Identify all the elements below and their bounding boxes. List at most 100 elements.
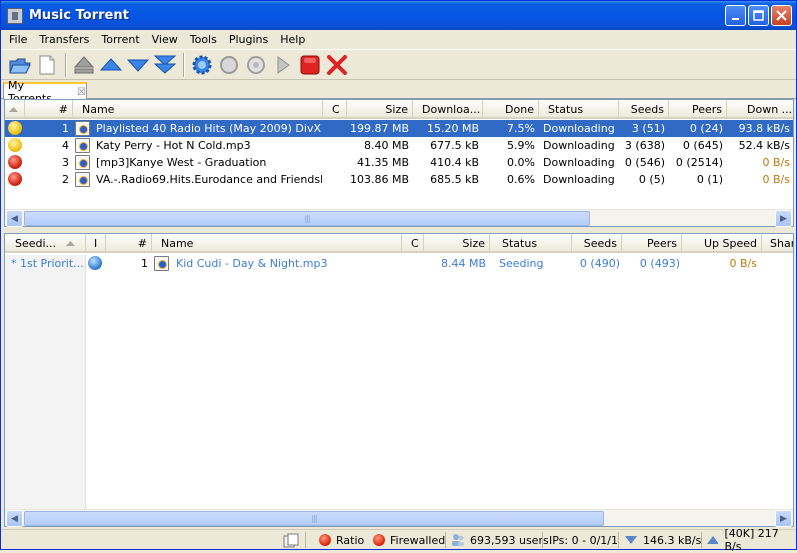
header-size[interactable]: Size bbox=[424, 234, 490, 253]
header-seeds[interactable]: Seeds bbox=[572, 234, 622, 253]
menu-plugins[interactable]: Plugins bbox=[223, 33, 274, 46]
move-top-button[interactable] bbox=[71, 52, 97, 78]
torrent-downloaded: 15.20 MB bbox=[426, 122, 479, 135]
header-seeds[interactable]: Seeds bbox=[619, 100, 669, 119]
torrent-done: 0.6% bbox=[507, 173, 535, 186]
header-status[interactable]: Status bbox=[539, 100, 619, 119]
upload-speed-indicator[interactable]: [40K] 217 B/s bbox=[707, 527, 796, 553]
stop-circle-button[interactable] bbox=[216, 52, 242, 78]
scroll-left-button[interactable]: ◀ bbox=[6, 210, 23, 227]
status-separator bbox=[305, 532, 306, 548]
table-row[interactable]: 3 [mp3]Kanye West - Graduation 41.35 MB … bbox=[5, 154, 793, 171]
nat-indicator[interactable]: Firewalled bbox=[373, 532, 445, 548]
tab-close-icon[interactable]: ☒ bbox=[77, 87, 86, 98]
header-seeding-rank[interactable]: Seedi... bbox=[5, 234, 86, 253]
users-icon bbox=[452, 534, 464, 546]
scroll-left-button[interactable]: ◀ bbox=[6, 510, 23, 527]
tab-my-torrents[interactable]: My Torrents ☒ bbox=[3, 79, 87, 105]
upload-speed: [40K] 217 B/s bbox=[724, 527, 779, 553]
header-peers[interactable]: Peers bbox=[622, 234, 682, 253]
horizontal-scrollbar[interactable]: ◀ ||| ▶ bbox=[5, 509, 793, 527]
title-bar[interactable]: Music Torrent bbox=[1, 1, 796, 30]
move-up-button[interactable] bbox=[98, 52, 124, 78]
scroll-thumb[interactable]: ||| bbox=[24, 511, 604, 526]
maximize-button[interactable] bbox=[748, 5, 769, 26]
resume-button[interactable] bbox=[270, 52, 296, 78]
move-bottom-button[interactable] bbox=[152, 52, 178, 78]
table-row[interactable]: 4 Katy Perry - Hot N Cold.mp3 8.40 MB 67… bbox=[5, 137, 793, 154]
torrent-status: Downloading bbox=[543, 173, 615, 186]
header-c[interactable]: C bbox=[323, 100, 347, 119]
table-row[interactable]: 1 Playlisted 40 Radio Hits (May 2009) Di… bbox=[5, 120, 793, 137]
torrent-name: Katy Perry - Hot N Cold.mp3 bbox=[96, 139, 251, 152]
scroll-right-button[interactable]: ▶ bbox=[775, 510, 792, 527]
media-file-icon bbox=[154, 256, 169, 271]
app-icon bbox=[7, 7, 23, 24]
close-button[interactable] bbox=[771, 5, 792, 26]
torrent-name: VA.-.Radio69.Hits.Eurodance and Friendsh… bbox=[96, 173, 322, 186]
table-row[interactable]: * 1st Priorit... 1 Kid Cudi - Day & Nigh… bbox=[5, 255, 793, 272]
header-number[interactable]: # bbox=[25, 100, 73, 119]
header-i[interactable]: I bbox=[86, 234, 106, 253]
minimize-icon bbox=[731, 17, 739, 20]
torrent-status: Downloading bbox=[543, 139, 615, 152]
menu-tools[interactable]: Tools bbox=[184, 33, 223, 46]
ips-text: IPs: 0 - 0/1/1 bbox=[549, 533, 618, 547]
header-down-speed[interactable]: Down ... bbox=[727, 100, 793, 119]
header-share[interactable]: Shar bbox=[762, 234, 793, 253]
sort-indicator-icon[interactable] bbox=[5, 100, 25, 119]
menu-help[interactable]: Help bbox=[274, 33, 311, 46]
header-size[interactable]: Size bbox=[347, 100, 413, 119]
torrent-seeds: 3 (638) bbox=[624, 139, 665, 152]
priority-column-background bbox=[5, 255, 86, 510]
copy-button[interactable] bbox=[283, 532, 299, 548]
menu-torrent[interactable]: Torrent bbox=[95, 33, 145, 46]
maximize-icon bbox=[753, 10, 764, 21]
pause-button[interactable] bbox=[243, 52, 269, 78]
torrent-downloaded: 410.4 kB bbox=[430, 156, 479, 169]
dht-users-indicator[interactable]: 693,593 users bbox=[451, 532, 549, 548]
scroll-thumb[interactable]: ||| bbox=[24, 211, 590, 226]
ratio-label: Ratio bbox=[336, 533, 365, 547]
torrent-down-speed: 52.4 kB/s bbox=[738, 139, 790, 152]
header-peers[interactable]: Peers bbox=[669, 100, 727, 119]
table-row[interactable]: 2 VA.-.Radio69.Hits.Eurodance and Friend… bbox=[5, 171, 793, 188]
menu-view[interactable]: View bbox=[146, 33, 184, 46]
minimize-button[interactable] bbox=[725, 5, 746, 26]
header-status[interactable]: Status bbox=[490, 234, 572, 253]
scroll-right-button[interactable]: ▶ bbox=[775, 210, 792, 227]
download-speed: 146.3 kB/s bbox=[643, 533, 702, 547]
start-button[interactable] bbox=[189, 52, 215, 78]
header-name[interactable]: Name bbox=[152, 234, 402, 253]
row-number: 1 bbox=[141, 257, 148, 270]
open-torrent-button[interactable] bbox=[7, 52, 33, 78]
downloading-torrents-panel: # Name C Size Downloa... Done Status See… bbox=[4, 99, 794, 227]
header-downloaded[interactable]: Downloa... bbox=[413, 100, 483, 119]
menu-file[interactable]: File bbox=[3, 33, 33, 46]
move-down-button[interactable] bbox=[125, 52, 151, 78]
torrent-status: Downloading bbox=[543, 122, 615, 135]
header-number[interactable]: # bbox=[106, 234, 152, 253]
move-down-icon bbox=[127, 59, 149, 72]
header-done[interactable]: Done bbox=[483, 100, 539, 119]
header-name[interactable]: Name bbox=[73, 100, 323, 119]
open-folder-icon bbox=[9, 58, 31, 73]
menu-transfers[interactable]: Transfers bbox=[33, 33, 95, 46]
row-number: 2 bbox=[62, 173, 69, 186]
header-up-speed[interactable]: Up Speed bbox=[682, 234, 762, 253]
torrent-name: Playlisted 40 Radio Hits (May 2009) DivX… bbox=[96, 122, 322, 135]
ratio-indicator[interactable]: Ratio bbox=[319, 532, 364, 548]
horizontal-scrollbar[interactable]: ◀ ||| ▶ bbox=[5, 209, 793, 227]
stop-icon bbox=[300, 55, 320, 74]
sort-ascending-icon bbox=[65, 241, 75, 246]
download-speed-indicator[interactable]: 146.3 kB/s bbox=[625, 532, 701, 548]
torrent-down-speed: 0 B/s bbox=[762, 173, 790, 186]
row-number: 3 bbox=[62, 156, 69, 169]
menu-bar: File Transfers Torrent View Tools Plugin… bbox=[1, 30, 796, 48]
new-torrent-button[interactable] bbox=[34, 52, 60, 78]
torrent-seeds: 0 (490) bbox=[579, 257, 620, 270]
stop-button[interactable] bbox=[297, 52, 323, 78]
header-c[interactable]: C bbox=[402, 234, 424, 253]
remove-button[interactable] bbox=[324, 52, 350, 78]
firewalled-label: Firewalled bbox=[390, 533, 446, 547]
